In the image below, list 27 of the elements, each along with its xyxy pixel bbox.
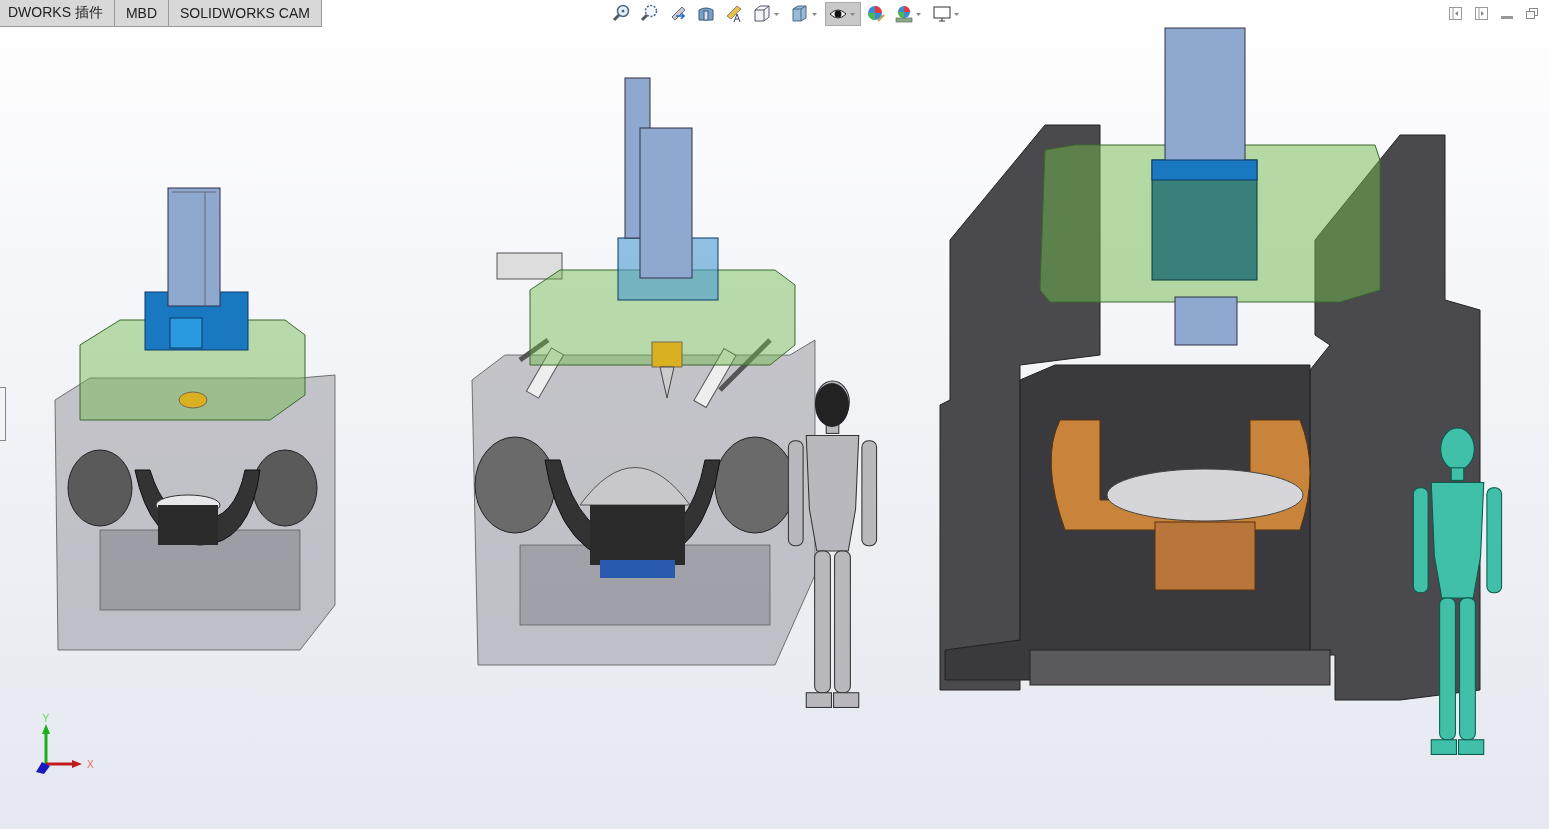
y-axis-label: Y [42, 713, 50, 724]
command-tab[interactable]: SOLIDWORKS CAM [169, 0, 322, 27]
previous-pane-icon[interactable] [1449, 7, 1462, 20]
command-tab[interactable]: DWORKS 插件 [0, 0, 115, 27]
monitor-icon [932, 4, 952, 24]
shaded-cube-icon [790, 4, 810, 24]
magnifier-icon [640, 4, 660, 24]
panel-tab[interactable] [0, 387, 6, 441]
restore-icon[interactable] [1526, 7, 1538, 20]
toolbar-button[interactable] [825, 2, 861, 26]
x-axis-arrow [46, 760, 82, 768]
caret-icon [812, 12, 817, 16]
caret-icon [774, 12, 779, 16]
caret-icon [954, 12, 959, 16]
command-tab[interactable]: MBD [114, 0, 169, 27]
color-ball-icon [866, 4, 886, 24]
caret-icon [850, 12, 855, 16]
y-axis-arrow [42, 724, 50, 764]
scene-ball-icon [894, 4, 914, 24]
magnifier-icon [612, 4, 632, 24]
section-cube-icon [696, 4, 716, 24]
pencil-letter-icon [724, 4, 744, 24]
z-axis-arrow [36, 762, 50, 774]
cube-icon [752, 4, 772, 24]
caret-icon [916, 12, 921, 16]
x-axis-label: X [87, 759, 94, 770]
next-pane-icon[interactable] [1475, 7, 1488, 20]
